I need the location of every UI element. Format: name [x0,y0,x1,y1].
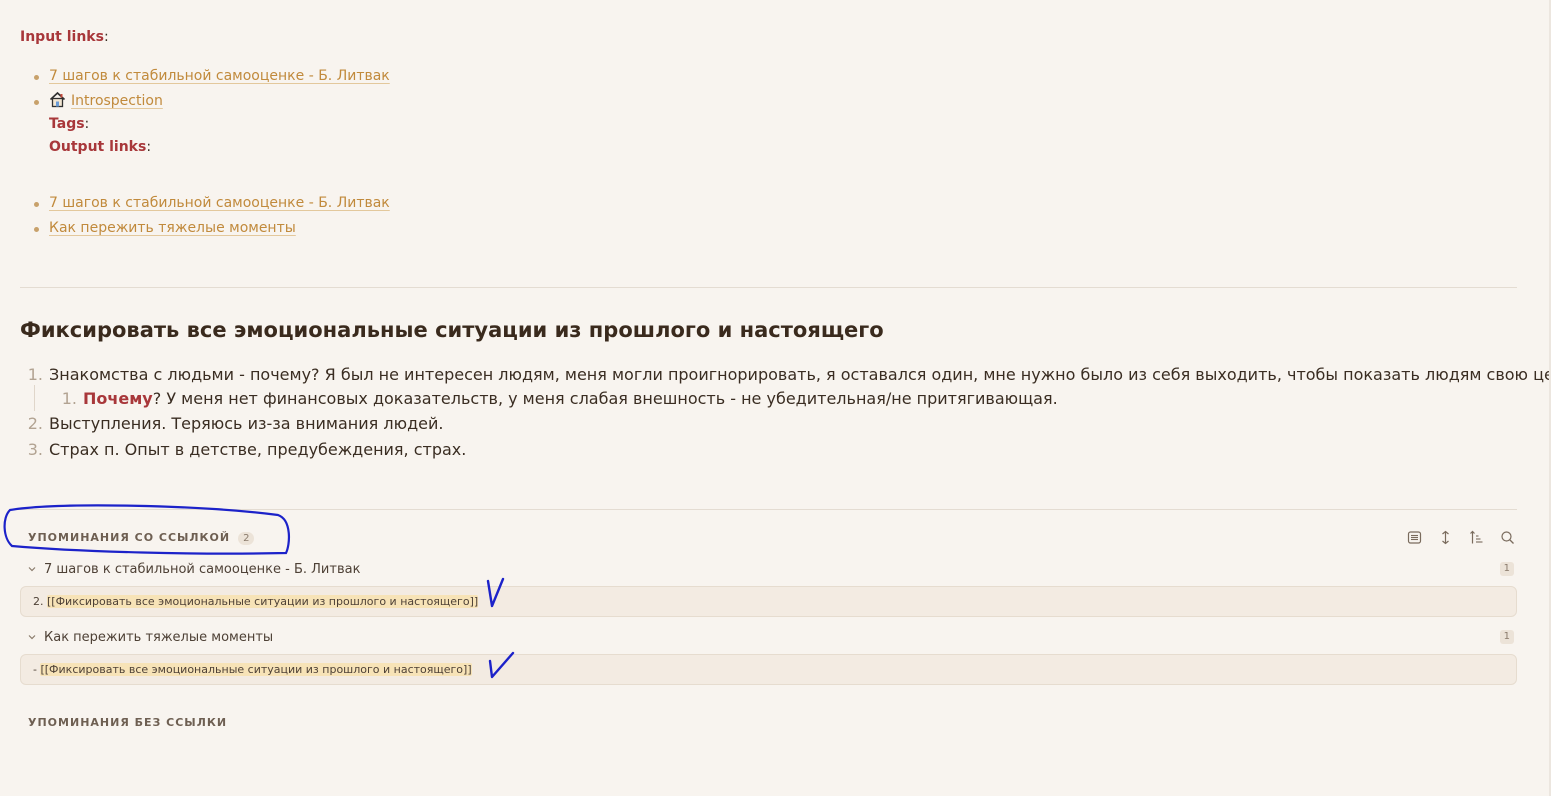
chevron-down-icon [28,635,36,640]
search-icon [1500,530,1514,544]
list-item: 1. Почему? У меня нет финансовых доказате… [61,389,1058,408]
backlink-result[interactable]: 2. [[Фиксировать все эмоциональные ситуа… [20,586,1517,617]
list-item: Как пережить тяжелые моменты [32,216,390,241]
keyword-why: Почему [83,389,153,408]
expand-context-icon [1441,530,1449,544]
backlink-result[interactable]: - [[Фиксировать все эмоциональные ситуац… [20,654,1517,685]
sort-icon [1469,530,1482,543]
indent-guide [34,385,35,411]
input-links-label: Input links: [20,29,109,45]
backlink-group-title: 7 шагов к стабильной самооценке - Б. Лит… [44,561,361,577]
backlink-group-count: 1 [1499,630,1514,644]
backlinks-toolbar [1404,527,1517,547]
backlink-group-7-steps[interactable]: 7 шагов к стабильной самооценке - Б. Лит… [26,559,1514,579]
output-links-list: 7 шагов к стабильной самооценке - Б. Лит… [32,191,390,241]
list-item: 3. Страх п. Опыт в детстве, предубеждения… [27,440,467,459]
output-link-hard-moments[interactable]: Как пережить тяжелые моменты [49,220,296,236]
divider [20,509,1517,510]
output-links-label: Output links: [49,139,152,155]
search-button[interactable] [1497,527,1517,547]
hand-drawn-circle [3,504,291,555]
backlink-group-hard-moments[interactable]: Как пережить тяжелые моменты 1 [26,627,1514,647]
list-item: 2. Выступления. Теряюсь из-за внимания лю… [27,414,444,433]
note-heading: Фиксировать все эмоциональные ситуации и… [20,318,884,342]
backlink-group-title: Как пережить тяжелые моменты [44,629,274,645]
backlink-group-count: 1 [1499,562,1514,576]
list-item: 7 шагов к стабильной самооценке - Б. Лит… [32,64,390,89]
house-icon [49,91,66,108]
list-item: Introspection [32,89,390,114]
note-page: Input links: 7 шагов к стабильной самооц… [0,0,1551,796]
backlink-match: [[Фиксировать все эмоциональные ситуации… [40,663,472,676]
collapse-results-icon [1407,530,1421,544]
output-link-7-steps[interactable]: 7 шагов к стабильной самооценке - Б. Лит… [49,195,390,211]
input-link-introspection[interactable]: Introspection [71,93,163,109]
chevron-down-icon [28,567,36,572]
tags-label: Tags: [49,116,90,132]
backlink-match: [[Фиксировать все эмоциональные ситуации… [47,595,479,608]
expand-context-button[interactable] [1435,527,1455,547]
input-link-7-steps[interactable]: 7 шагов к стабильной самооценке - Б. Лит… [49,68,390,84]
linked-mentions-title[interactable]: УПОМИНАНИЯ СО ССЫЛКОЙ 2 [28,531,255,545]
input-links-list: 7 шагов к стабильной самооценке - Б. Лит… [32,64,390,114]
collapse-results-button[interactable] [1404,527,1424,547]
linked-mentions-count: 2 [238,532,255,545]
list-item: 1. Знакомства с людьми - почему? Я был не… [27,365,1551,384]
unlinked-mentions-title[interactable]: УПОМИНАНИЯ БЕЗ ССЫЛКИ [28,716,227,729]
sort-button[interactable] [1466,527,1486,547]
divider [20,287,1517,288]
list-item: 7 шагов к стабильной самооценке - Б. Лит… [32,191,390,216]
